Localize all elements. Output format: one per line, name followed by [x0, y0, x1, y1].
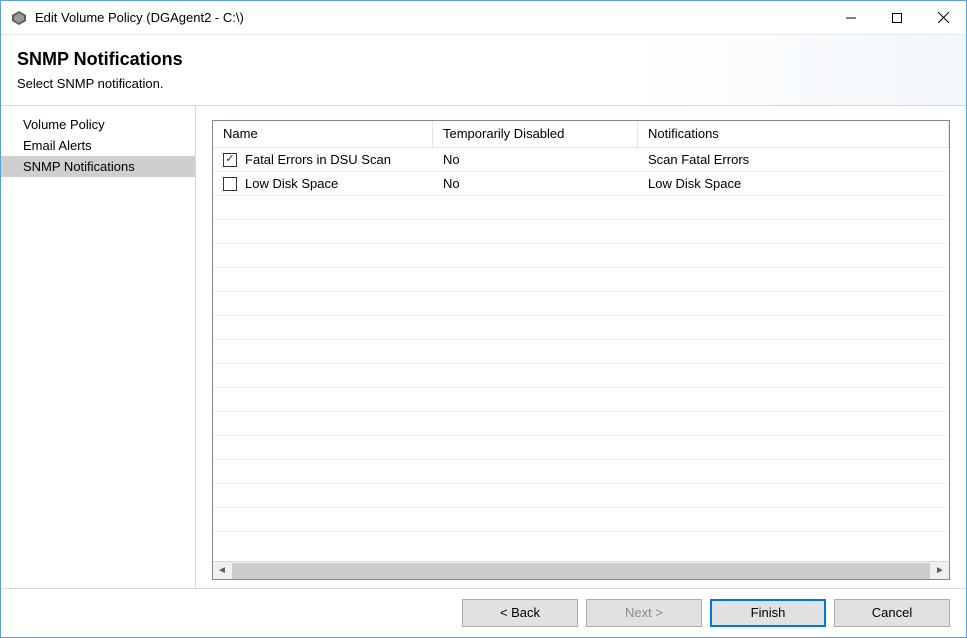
body-container: Volume Policy Email Alerts SNMP Notifica…	[1, 106, 966, 588]
table-row[interactable]: ✓ Fatal Errors in DSU Scan No Scan Fatal…	[213, 148, 949, 172]
titlebar: Edit Volume Policy (DGAgent2 - C:\)	[1, 1, 966, 35]
sidebar: Volume Policy Email Alerts SNMP Notifica…	[1, 106, 196, 588]
page-title: SNMP Notifications	[17, 49, 950, 70]
sidebar-item-email-alerts[interactable]: Email Alerts	[1, 135, 195, 156]
window-title: Edit Volume Policy (DGAgent2 - C:\)	[35, 10, 828, 25]
table-row-empty	[213, 436, 949, 460]
finish-button[interactable]: Finish	[710, 599, 826, 627]
column-header-name[interactable]: Name	[213, 121, 433, 147]
scroll-thumb[interactable]	[232, 563, 930, 579]
table-row-empty	[213, 268, 949, 292]
row-disabled: No	[433, 152, 638, 167]
sidebar-item-volume-policy[interactable]: Volume Policy	[1, 114, 195, 135]
cancel-button[interactable]: Cancel	[834, 599, 950, 627]
horizontal-scrollbar[interactable]: ◄ ►	[213, 561, 949, 579]
page-subtitle: Select SNMP notification.	[17, 76, 950, 91]
table-row-empty	[213, 364, 949, 388]
row-name: Low Disk Space	[245, 176, 338, 191]
notifications-table: Name Temporarily Disabled Notifications …	[212, 120, 950, 580]
table-row-empty	[213, 244, 949, 268]
table-row-empty	[213, 484, 949, 508]
table-row-empty	[213, 196, 949, 220]
row-name: Fatal Errors in DSU Scan	[245, 152, 391, 167]
column-header-disabled[interactable]: Temporarily Disabled	[433, 121, 638, 147]
close-button[interactable]	[920, 1, 966, 34]
table-row-empty	[213, 292, 949, 316]
app-icon	[11, 10, 27, 26]
row-checkbox[interactable]: ✓	[223, 153, 237, 167]
table-row-empty	[213, 220, 949, 244]
scroll-right-icon[interactable]: ►	[931, 562, 949, 579]
table-row-empty	[213, 412, 949, 436]
sidebar-item-snmp-notifications[interactable]: SNMP Notifications	[1, 156, 195, 177]
next-button: Next >	[586, 599, 702, 627]
table-body: ✓ Fatal Errors in DSU Scan No Scan Fatal…	[213, 148, 949, 561]
table-row[interactable]: Low Disk Space No Low Disk Space	[213, 172, 949, 196]
minimize-button[interactable]	[828, 1, 874, 34]
table-row-empty	[213, 388, 949, 412]
main-panel: Name Temporarily Disabled Notifications …	[196, 106, 966, 588]
scroll-left-icon[interactable]: ◄	[213, 562, 231, 579]
page-header: SNMP Notifications Select SNMP notificat…	[1, 35, 966, 106]
table-row-empty	[213, 508, 949, 532]
footer: < Back Next > Finish Cancel	[1, 588, 966, 636]
table-header: Name Temporarily Disabled Notifications	[213, 121, 949, 148]
table-row-empty	[213, 340, 949, 364]
row-notifications: Scan Fatal Errors	[638, 152, 949, 167]
back-button[interactable]: < Back	[462, 599, 578, 627]
table-row-empty	[213, 316, 949, 340]
row-disabled: No	[433, 176, 638, 191]
row-checkbox[interactable]	[223, 177, 237, 191]
row-notifications: Low Disk Space	[638, 176, 949, 191]
maximize-button[interactable]	[874, 1, 920, 34]
window-controls	[828, 1, 966, 34]
column-header-notifications[interactable]: Notifications	[638, 121, 949, 147]
table-row-empty	[213, 460, 949, 484]
